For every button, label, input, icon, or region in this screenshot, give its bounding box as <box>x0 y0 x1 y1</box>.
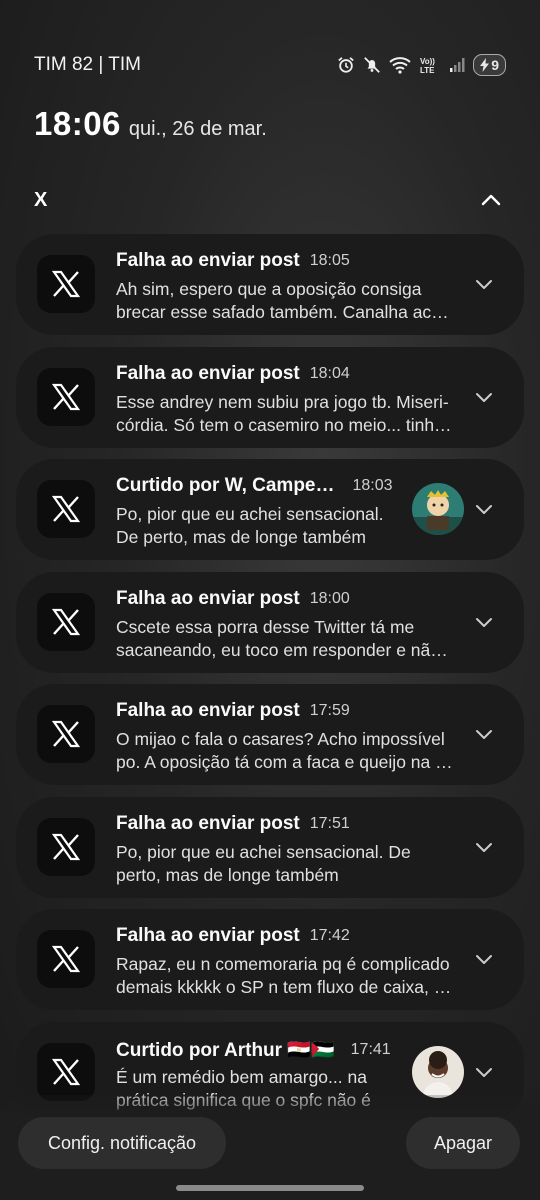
body-line: Esse andrey nem subiu pra jogo tb. Miser… <box>116 392 449 412</box>
body-line: O mijao c fala o casares? Acho impossíve… <box>116 729 445 749</box>
notification-time: 17:51 <box>309 815 350 832</box>
notification-title: Curtido por Arthur 🇪🇬🇵🇸 <box>116 1040 335 1061</box>
chevron-down-icon <box>476 955 492 964</box>
notification-title: Falha ao enviar post <box>116 588 300 609</box>
expand-notification-button[interactable] <box>472 385 496 409</box>
x-app-icon <box>37 930 95 988</box>
chevron-down-icon <box>476 280 492 289</box>
expand-notification-button[interactable] <box>472 610 496 634</box>
home-indicator[interactable] <box>176 1185 364 1191</box>
mute-icon <box>363 56 381 74</box>
body-line: Rapaz, eu n comemoraria pq é complicado <box>116 954 450 974</box>
notification-title: Falha ao enviar post <box>116 700 300 721</box>
body-line: Cscete essa porra desse Twitter tá me <box>116 617 415 637</box>
x-app-icon <box>37 1043 95 1101</box>
notification-card[interactable]: Falha ao enviar post 18:04 Esse andrey ne… <box>16 347 524 448</box>
notification-card[interactable]: Falha ao enviar post 17:59 O mijao c fala… <box>16 684 524 785</box>
expand-notification-button[interactable] <box>472 835 496 859</box>
body-line: demais kkkkk o SP n tem fluxo de caixa, … <box>116 977 452 997</box>
x-app-icon <box>37 818 95 876</box>
charging-bolt-icon <box>480 58 490 72</box>
notification-time: 18:05 <box>309 252 350 269</box>
clock-date: qui., 26 de mar. <box>128 118 267 140</box>
x-app-icon <box>37 593 95 651</box>
notification-title: Falha ao enviar post <box>116 925 300 946</box>
status-icons: Vo)) LTE 9 <box>337 54 506 76</box>
notification-group-header[interactable]: X <box>34 187 506 213</box>
notification-body: Po, pior que eu achei sensacional. De per… <box>116 503 416 549</box>
clock-time: 18:06 <box>34 105 121 142</box>
body-line: Ah sim, espero que a oposição consiga <box>116 279 422 299</box>
collapse-group-button[interactable] <box>476 187 506 213</box>
notification-body: Rapaz, eu n comemoraria pq é complicado d… <box>116 953 471 999</box>
body-line: perto, mas de longe também <box>116 865 339 885</box>
body-line: brecar esse safado também. Canalha ac… <box>116 302 449 322</box>
notification-body: O mijao c fala o casares? Acho impossíve… <box>116 728 471 774</box>
notification-body: Esse andrey nem subiu pra jogo tb. Miser… <box>116 391 471 437</box>
svg-text:Vo)): Vo)) <box>420 57 435 66</box>
notification-card[interactable]: Falha ao enviar post 18:05 Ah sim, espero… <box>16 234 524 335</box>
notification-time: 18:04 <box>309 365 350 382</box>
expand-notification-button[interactable] <box>472 1060 496 1084</box>
notification-title: Curtido por W, Campe… <box>116 475 335 496</box>
clock-row: 18:06 qui., 26 de mar. <box>34 105 267 143</box>
expand-notification-button[interactable] <box>472 947 496 971</box>
chevron-down-icon <box>476 393 492 402</box>
chevron-down-icon <box>476 1068 492 1077</box>
user-avatar <box>412 483 464 535</box>
chevron-down-icon <box>476 730 492 739</box>
notification-card[interactable]: Falha ao enviar post 17:51 Po, pior que e… <box>16 797 524 898</box>
notification-time: 18:00 <box>309 590 350 607</box>
x-app-icon <box>37 255 95 313</box>
notification-title: Falha ao enviar post <box>116 250 300 271</box>
x-app-icon <box>37 368 95 426</box>
user-avatar <box>412 1046 464 1098</box>
body-line: De perto, mas de longe também <box>116 527 366 547</box>
body-line: Po, pior que eu achei sensacional. <box>116 504 384 524</box>
notification-time: 17:42 <box>309 927 350 944</box>
signal-icon <box>449 57 465 73</box>
chevron-down-icon <box>476 843 492 852</box>
battery-level: 9 <box>491 57 499 73</box>
chevron-down-icon <box>476 505 492 514</box>
body-line: É um remédio bem amargo... na <box>116 1067 367 1087</box>
notification-settings-button[interactable]: Config. notificação <box>18 1117 226 1169</box>
notification-title: Falha ao enviar post <box>116 363 300 384</box>
notification-time: 17:59 <box>309 702 350 719</box>
chevron-up-icon <box>481 194 501 206</box>
status-bar: TIM 82 | TIM Vo)) LTE 9 <box>34 52 506 78</box>
battery-indicator: 9 <box>473 54 506 76</box>
body-line: Po, pior que eu achei sensacional. De <box>116 842 411 862</box>
chevron-down-icon <box>476 618 492 627</box>
clear-all-button[interactable]: Apagar <box>406 1117 520 1169</box>
notification-title: Falha ao enviar post <box>116 813 300 834</box>
body-line: sacaneando, eu toco em responder e nã… <box>116 640 448 660</box>
body-line: córdia. Só tem o casemiro no meio... tin… <box>116 415 452 435</box>
x-app-icon <box>37 480 95 538</box>
notification-card[interactable]: Falha ao enviar post 18:00 Cscete essa po… <box>16 572 524 673</box>
volte-lte-icon: Vo)) LTE <box>419 55 441 75</box>
expand-notification-button[interactable] <box>472 497 496 521</box>
carrier-label: TIM 82 | TIM <box>34 54 141 75</box>
notification-time: 18:03 <box>352 477 393 494</box>
expand-notification-button[interactable] <box>472 272 496 296</box>
svg-text:LTE: LTE <box>420 66 435 75</box>
body-line: po. A oposição tá com a faca e queijo na… <box>116 752 453 772</box>
expand-notification-button[interactable] <box>472 722 496 746</box>
notification-body: Po, pior que eu achei sensacional. De per… <box>116 841 471 887</box>
notification-time: 17:41 <box>350 1041 391 1058</box>
notification-body: Cscete essa porra desse Twitter tá me sac… <box>116 616 471 662</box>
notification-body: Ah sim, espero que a oposição consiga bre… <box>116 278 471 324</box>
x-app-icon <box>37 705 95 763</box>
notification-card[interactable]: Curtido por W, Campe… 18:03 Po, pior que … <box>16 459 524 560</box>
group-app-name: X <box>34 188 48 211</box>
wifi-icon <box>389 56 411 74</box>
alarm-icon <box>337 56 355 74</box>
notification-card[interactable]: Falha ao enviar post 17:42 Rapaz, eu n co… <box>16 909 524 1010</box>
